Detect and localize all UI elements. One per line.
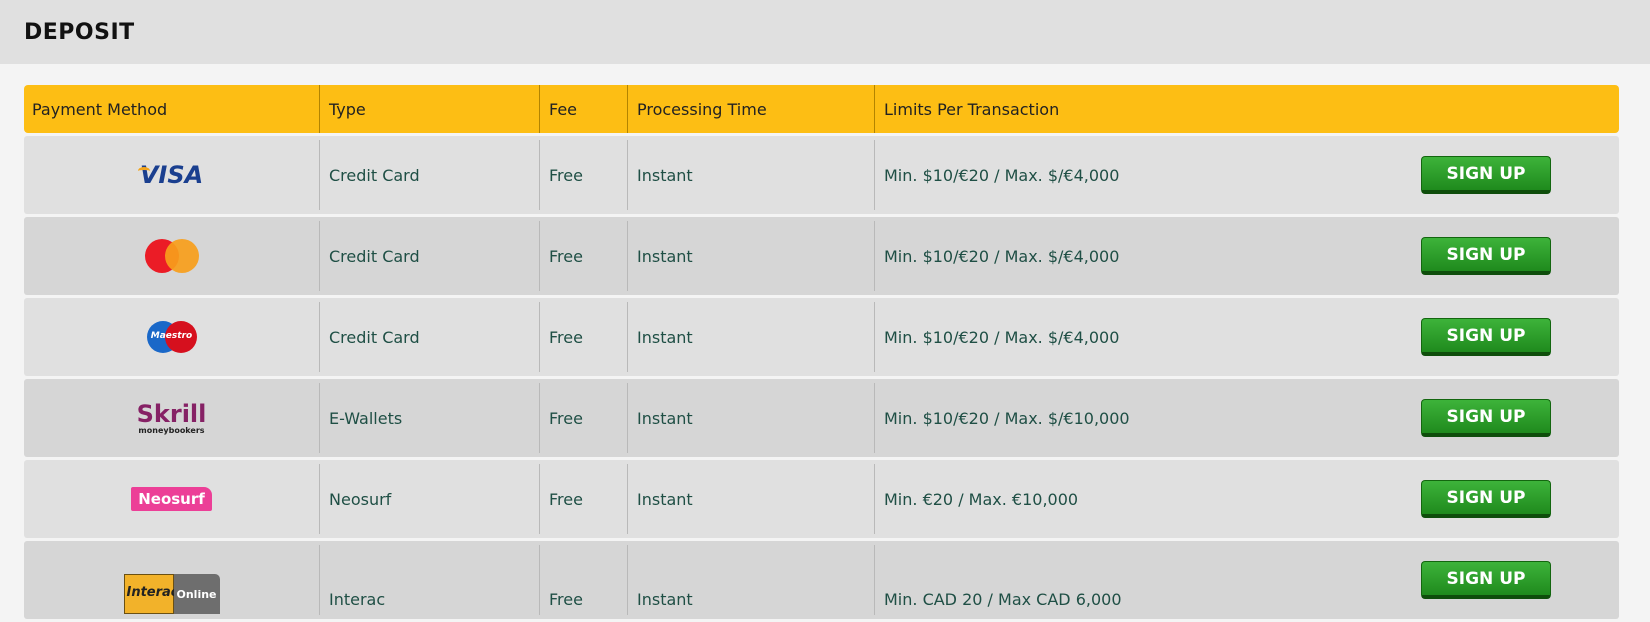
visa-logo: VISA: [137, 161, 204, 189]
processing-time-cell: Instant: [627, 140, 874, 210]
processing-time-cell: Instant: [627, 383, 874, 453]
processing-time-cell: Instant: [627, 545, 874, 615]
sign-up-button[interactable]: SIGN UP: [1421, 561, 1551, 599]
table-row: Skrill moneybookers E-Wallets Free Insta…: [24, 379, 1619, 457]
table-row: VISA Credit Card Free Instant Min. $10/€…: [24, 136, 1619, 214]
skrill-logo-text: Skrill: [136, 399, 207, 428]
fee-cell: Free: [539, 545, 627, 615]
processing-time-cell: Instant: [627, 302, 874, 372]
sign-up-button[interactable]: SIGN UP: [1421, 480, 1551, 518]
maestro-logo-text: Maestro: [150, 331, 193, 341]
type-cell: Neosurf: [319, 464, 539, 534]
processing-time-cell: Instant: [627, 221, 874, 291]
limits-cell: Min. $10/€20 / Max. $/€10,000: [874, 383, 1394, 453]
skrill-logo-subtext: moneybookers: [138, 425, 205, 435]
payment-method-cell: Interac Online: [24, 541, 319, 619]
payment-method-cell: Skrill moneybookers: [24, 379, 319, 457]
page-title: DEPOSIT: [24, 19, 135, 45]
table-row: Neosurf Neosurf Free Instant Min. €20 / …: [24, 460, 1619, 538]
column-header-processing-time: Processing Time: [627, 85, 874, 133]
fee-cell: Free: [539, 140, 627, 210]
type-cell: Credit Card: [319, 302, 539, 372]
limits-cell: Min. $10/€20 / Max. $/€4,000: [874, 221, 1394, 291]
limits-cell: Min. $10/€20 / Max. $/€4,000: [874, 140, 1394, 210]
payment-methods-table: Payment Method Type Fee Processing Time …: [24, 85, 1619, 622]
mastercard-logo: [144, 239, 199, 273]
column-header-limits: Limits Per Transaction: [874, 85, 1394, 133]
neosurf-logo: Neosurf: [131, 487, 212, 511]
sign-up-button[interactable]: SIGN UP: [1421, 318, 1551, 356]
sign-up-button[interactable]: SIGN UP: [1421, 399, 1551, 437]
fee-cell: Free: [539, 383, 627, 453]
sign-up-button[interactable]: SIGN UP: [1421, 237, 1551, 275]
payment-method-cell: VISA: [24, 136, 319, 214]
fee-cell: Free: [539, 302, 627, 372]
payment-method-cell: Neosurf: [24, 460, 319, 538]
interac-logo-text: Interac: [123, 574, 179, 614]
type-cell: E-Wallets: [319, 383, 539, 453]
skrill-logo: Skrill moneybookers: [137, 402, 207, 435]
payment-method-cell: [24, 217, 319, 295]
type-cell: Interac: [319, 545, 539, 615]
table-row: Interac Online Interac Free Instant Min.…: [24, 541, 1619, 619]
maestro-logo: Maestro: [146, 321, 197, 353]
limits-cell: Min. €20 / Max. €10,000: [874, 464, 1394, 534]
table-header-row: Payment Method Type Fee Processing Time …: [24, 85, 1619, 133]
fee-cell: Free: [539, 464, 627, 534]
limits-cell: Min. $10/€20 / Max. $/€4,000: [874, 302, 1394, 372]
table-row: Maestro Credit Card Free Instant Min. $1…: [24, 298, 1619, 376]
limits-cell: Min. CAD 20 / Max CAD 6,000: [874, 545, 1394, 615]
page-header: DEPOSIT: [0, 0, 1650, 64]
interac-logo: Interac Online: [123, 574, 220, 614]
payment-method-cell: Maestro: [24, 298, 319, 376]
column-header-fee: Fee: [539, 85, 627, 133]
type-cell: Credit Card: [319, 140, 539, 210]
table-row: Credit Card Free Instant Min. $10/€20 / …: [24, 217, 1619, 295]
fee-cell: Free: [539, 221, 627, 291]
column-header-payment-method: Payment Method: [32, 99, 168, 119]
processing-time-cell: Instant: [627, 464, 874, 534]
interac-logo-subtext: Online: [173, 574, 220, 614]
sign-up-button[interactable]: SIGN UP: [1421, 156, 1551, 194]
type-cell: Credit Card: [319, 221, 539, 291]
column-header-type: Type: [319, 85, 539, 133]
